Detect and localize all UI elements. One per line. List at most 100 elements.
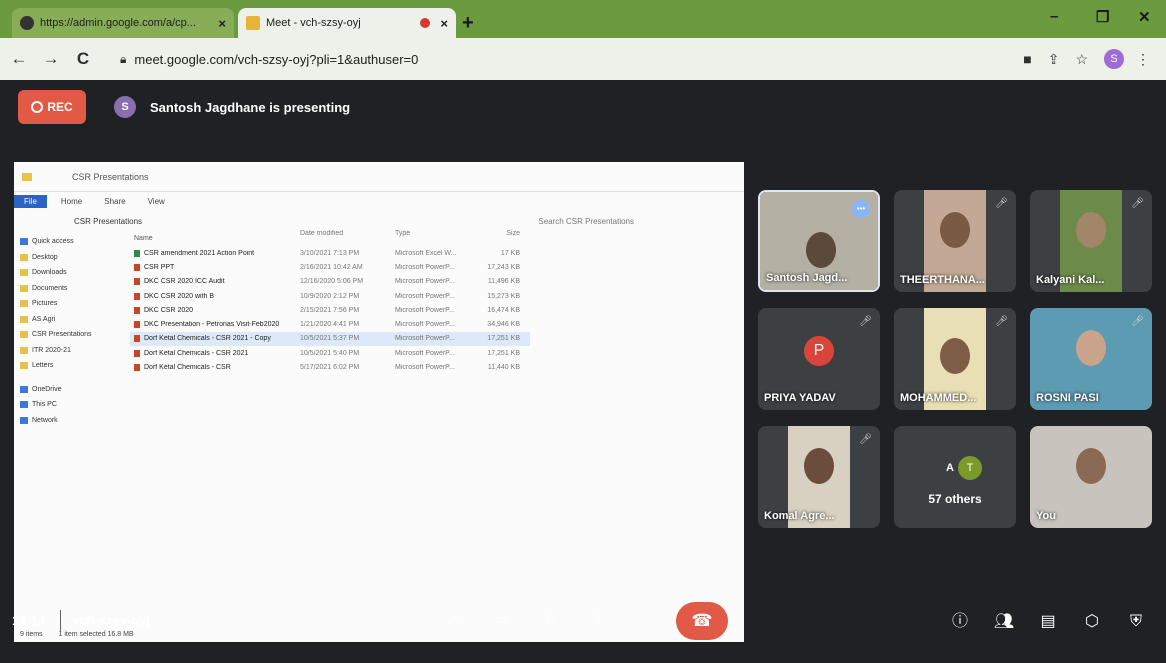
microphone-icon[interactable]: 🎤︎ <box>436 602 472 638</box>
participant-tile[interactable]: P 🎤︎ PRIYA YADAV <box>758 308 880 410</box>
nav-item[interactable]: AS Agri <box>20 312 130 328</box>
activities-icon[interactable]: ⬡ <box>1080 610 1104 634</box>
participant-tile[interactable]: 🎤︎ MOHAMMED... <box>894 308 1016 410</box>
nav-item[interactable]: Quick access <box>20 234 130 250</box>
nav-item[interactable]: Documents <box>20 281 130 297</box>
file-size-cell: 17,243 KB <box>487 263 520 271</box>
more-options-icon[interactable]: ⋮ <box>628 602 664 638</box>
participant-face <box>940 212 970 248</box>
presenter-text: Santosh Jagdhane is presenting <box>150 99 351 115</box>
nav-item[interactable]: ITR 2020-21 <box>20 343 130 359</box>
more-options-icon[interactable]: ••• <box>852 200 870 218</box>
participant-tile[interactable]: 🎤︎ THEERTHANA... <box>894 190 1016 292</box>
file-date-cell: 2/16/2021 10:42 AM <box>300 263 363 271</box>
file-name-cell: DKC CSR 2020 ICC Audit <box>130 278 300 286</box>
nav-item[interactable]: OneDrive <box>20 382 130 398</box>
ribbon-file: File <box>14 194 47 208</box>
file-row[interactable]: DKC Presentation - Petronas Visit-Feb202… <box>130 317 530 331</box>
folder-icon <box>20 253 28 261</box>
back-icon[interactable]: ← <box>6 49 32 69</box>
rec-label: REC <box>47 100 73 114</box>
meet-favicon-icon <box>246 16 260 30</box>
camera-toggle-icon[interactable]: ▭ <box>484 602 520 638</box>
status-selected: 1 item selected 16.8 MB <box>58 631 134 638</box>
file-date-cell: 12/16/2020 5:06 PM <box>300 278 364 286</box>
folder-icon <box>20 269 28 277</box>
file-row[interactable]: DKC CSR 2020 with B 10/9/2020 2:12 PM Micr… <box>130 289 530 303</box>
menu-icon[interactable]: ⋮ <box>1136 51 1150 68</box>
camera-icon[interactable]: ■ <box>1023 51 1031 67</box>
new-tab-button[interactable]: + <box>462 12 474 35</box>
tab-admin[interactable]: https://admin.google.com/a/cp... × <box>12 8 234 38</box>
file-type-cell: Microsoft PowerP... <box>395 278 455 286</box>
record-icon <box>31 101 44 113</box>
file-row[interactable]: DKC CSR 2020 ICC Audit 12/16/2020 5:06 PM… <box>130 275 530 289</box>
col-type: Type <box>395 230 411 237</box>
end-call-button[interactable]: ☎︎ <box>676 602 728 640</box>
nav-label: AS Agri <box>32 315 56 323</box>
file-row[interactable]: DKC CSR 2020 2/15/2021 7:56 PM Microsoft P… <box>130 303 530 317</box>
nav-item[interactable]: CSR Presentations <box>20 327 130 343</box>
participant-name: THEERTHANA... <box>900 274 985 286</box>
reload-icon[interactable]: C <box>70 49 96 69</box>
folder-icon <box>20 300 28 308</box>
profile-avatar[interactable]: S <box>1104 49 1124 69</box>
nav-item[interactable]: Pictures <box>20 296 130 312</box>
others-count: 57 others <box>928 492 982 506</box>
powerpoint-icon <box>134 292 140 300</box>
shared-screen: CSR Presentations File Home Share View C… <box>14 162 744 642</box>
close-window-button[interactable]: ✕ <box>1138 8 1151 26</box>
meeting-code[interactable]: vch-szsy-oyj <box>72 613 150 628</box>
maximize-button[interactable]: ❐ <box>1096 8 1109 26</box>
explorer-search: Search CSR Presentations <box>538 216 634 226</box>
participant-tile[interactable]: 🎤︎ Komal Agre... <box>758 426 880 528</box>
status-items: 9 items <box>20 631 43 638</box>
lock-icon[interactable]: 🔒︎ <box>120 52 126 67</box>
host-controls-icon[interactable]: ⛨ <box>1124 610 1148 634</box>
nav-item[interactable]: Letters <box>20 358 130 374</box>
close-tab-icon[interactable]: × <box>218 16 226 31</box>
chat-icon[interactable]: ▤ <box>1036 610 1060 634</box>
url-field[interactable]: meet.google.com/vch-szsy-oyj?pli=1&authu… <box>134 52 1023 67</box>
forward-icon[interactable]: → <box>38 49 64 69</box>
file-name: DKC CSR 2020 <box>144 306 194 314</box>
folder-icon <box>20 284 28 292</box>
nav-item[interactable]: Downloads <box>20 265 130 281</box>
folder-icon <box>20 416 28 424</box>
file-size-cell: 11,440 KB <box>487 364 520 372</box>
others-avatar: T <box>958 456 982 480</box>
ribbon-home: Home <box>60 196 83 206</box>
others-tile[interactable]: A T 57 others <box>894 426 1016 528</box>
close-tab-icon[interactable]: × <box>440 16 448 31</box>
nav-label: Quick access <box>32 238 74 246</box>
info-icon[interactable]: ⓘ <box>948 610 972 634</box>
tab-meet[interactable]: Meet - vch-szsy-oyj × <box>238 8 456 38</box>
present-screen-icon[interactable]: ⇧ <box>580 602 616 638</box>
file-row[interactable]: Dorf Ketal Chemicals - CSR 5/17/2021 6:02… <box>130 360 530 374</box>
file-size-cell: 15,273 KB <box>487 292 520 300</box>
file-row[interactable]: Dorf Ketal Chemicals - CSR 2021 - Copy 10… <box>130 331 530 347</box>
file-row[interactable]: CSR PPT 2/16/2021 10:42 AM Microsoft Power… <box>130 260 530 274</box>
self-tile[interactable]: You <box>1030 426 1152 528</box>
participant-tile[interactable]: ••• Santosh Jagd... <box>758 190 880 292</box>
star-icon[interactable]: ☆ <box>1075 51 1088 68</box>
participant-face <box>806 232 836 268</box>
nav-item[interactable]: Desktop <box>20 250 130 266</box>
file-type-cell: Microsoft PowerP... <box>395 306 455 314</box>
file-name-cell: Dorf Ketal Chemicals - CSR <box>130 364 300 372</box>
presenting-banner: S Santosh Jagdhane is presenting <box>114 96 350 118</box>
nav-item[interactable]: Network <box>20 413 130 429</box>
file-name-cell: DKC Presentation - Petronas Visit-Feb202… <box>130 321 300 329</box>
nav-item[interactable]: This PC <box>20 397 130 413</box>
minimize-button[interactable]: – <box>1050 8 1058 25</box>
raise-hand-icon[interactable]: ✋︎ <box>532 602 568 638</box>
participant-name: Kalyani Kal... <box>1036 274 1105 286</box>
file-row[interactable]: Dorf Ketal Chemicals - CSR 2021 10/5/2021… <box>130 346 530 360</box>
recording-indicator[interactable]: REC <box>18 90 86 124</box>
file-date-cell: 1/21/2020 4:41 PM <box>300 321 360 329</box>
share-icon[interactable]: ⇪ <box>1048 51 1060 68</box>
people-icon[interactable]: 👥︎ <box>992 610 1016 634</box>
file-row[interactable]: CSR amendment 2021 Action Point 3/10/2021… <box>130 246 530 260</box>
participant-tile[interactable]: 🎤︎ Kalyani Kal... <box>1030 190 1152 292</box>
participant-tile[interactable]: 🎤︎ ROSNI PASI <box>1030 308 1152 410</box>
